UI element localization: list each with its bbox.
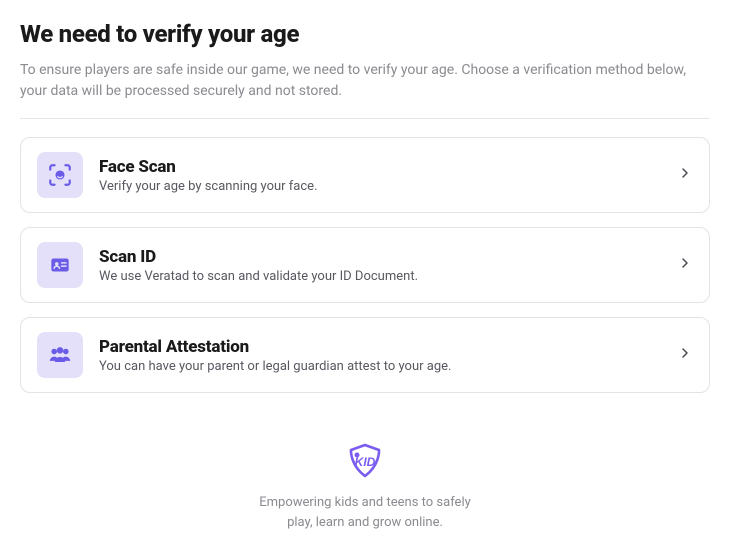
footer-line-1: Empowering kids and teens to safely	[20, 493, 710, 513]
option-parental-attestation[interactable]: Parental Attestation You can have your p…	[20, 317, 710, 393]
verification-options: Face Scan Verify your age by scanning yo…	[20, 137, 710, 393]
option-title: Face Scan	[99, 157, 677, 177]
footer-line-2: play, learn and grow online.	[20, 513, 710, 533]
chevron-right-icon	[677, 165, 693, 185]
page-title: We need to verify your age	[20, 20, 710, 48]
option-title: Parental Attestation	[99, 337, 677, 357]
face-scan-icon	[37, 152, 83, 198]
kid-logo-icon: KID	[343, 443, 387, 483]
option-description: You can have your parent or legal guardi…	[99, 359, 677, 374]
page-subtitle: To ensure players are safe inside our ga…	[20, 60, 710, 119]
parental-icon	[37, 332, 83, 378]
option-text: Face Scan Verify your age by scanning yo…	[99, 157, 677, 194]
chevron-right-icon	[677, 345, 693, 365]
scan-id-icon	[37, 242, 83, 288]
svg-text:KID: KID	[355, 455, 376, 469]
footer-text: Empowering kids and teens to safely play…	[20, 493, 710, 532]
option-text: Parental Attestation You can have your p…	[99, 337, 677, 374]
option-description: Verify your age by scanning your face.	[99, 179, 677, 194]
option-face-scan[interactable]: Face Scan Verify your age by scanning yo…	[20, 137, 710, 213]
option-description: We use Veratad to scan and validate your…	[99, 269, 677, 284]
option-title: Scan ID	[99, 247, 677, 267]
option-text: Scan ID We use Veratad to scan and valid…	[99, 247, 677, 284]
option-scan-id[interactable]: Scan ID We use Veratad to scan and valid…	[20, 227, 710, 303]
footer: KID Empowering kids and teens to safely …	[20, 443, 710, 532]
chevron-right-icon	[677, 255, 693, 275]
